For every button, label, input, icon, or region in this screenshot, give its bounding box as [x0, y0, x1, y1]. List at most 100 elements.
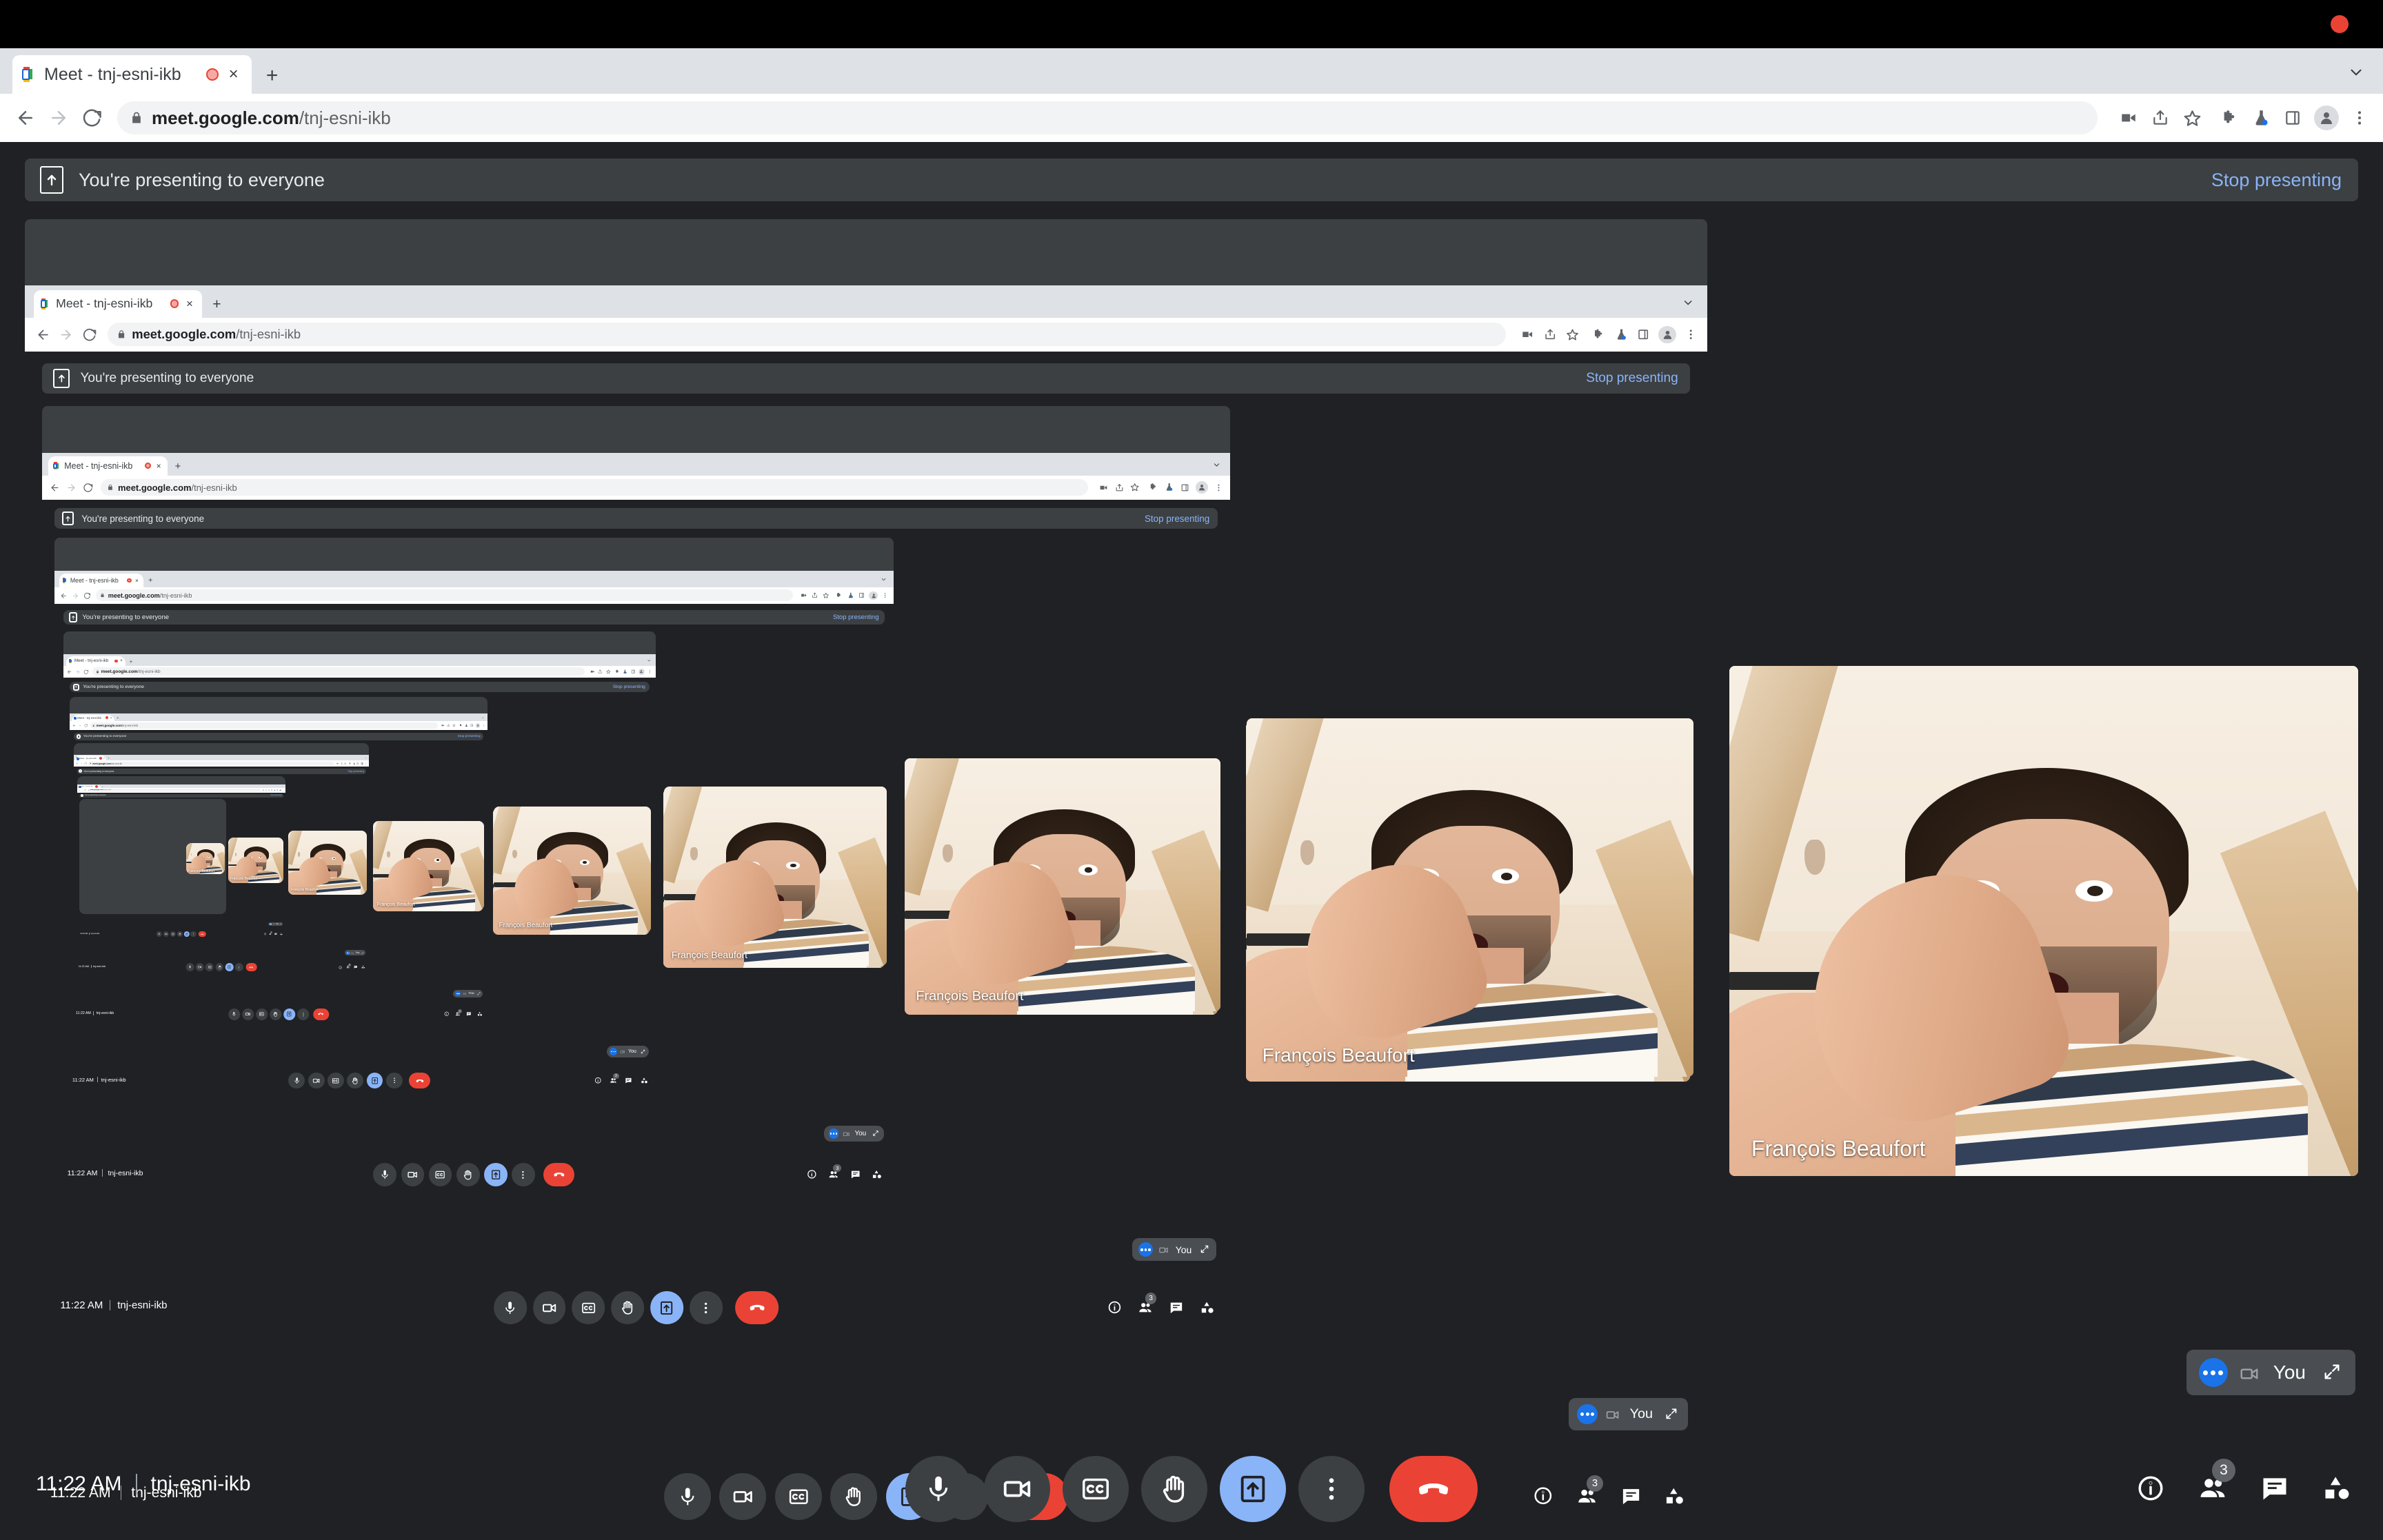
- camera-button[interactable]: [242, 1008, 254, 1020]
- more-options-button[interactable]: [689, 1291, 723, 1325]
- tab-close-button[interactable]: ×: [103, 757, 105, 760]
- participant-video-tile[interactable]: François Beaufort: [288, 831, 367, 894]
- side-panel-icon[interactable]: [858, 592, 865, 600]
- activities-button[interactable]: [361, 965, 365, 969]
- raise-hand-button[interactable]: [177, 931, 183, 938]
- browser-tab[interactable]: Meet - tnj-esni-ikb ×: [12, 55, 252, 94]
- expand-diagonal-icon[interactable]: [361, 951, 364, 955]
- more-options-button[interactable]: [297, 1008, 310, 1020]
- participant-video-tile[interactable]: François Beaufort: [493, 807, 651, 933]
- more-options-button[interactable]: [385, 1072, 403, 1089]
- more-options-button[interactable]: [1298, 1456, 1365, 1522]
- stop-presenting-button[interactable]: Stop presenting: [458, 735, 481, 738]
- raise-hand-button[interactable]: [270, 1008, 282, 1020]
- show-everyone-button[interactable]: 3: [269, 931, 273, 935]
- bookmark-star-icon[interactable]: [344, 762, 347, 765]
- tab-close-button[interactable]: ×: [183, 297, 195, 310]
- raise-hand-button[interactable]: [611, 1291, 645, 1325]
- chat-button[interactable]: [354, 965, 358, 969]
- profile-avatar-icon[interactable]: [1658, 325, 1676, 343]
- extensions-puzzle-icon[interactable]: [459, 724, 463, 727]
- bookmark-star-icon[interactable]: [1565, 327, 1580, 342]
- meeting-details-button[interactable]: [339, 965, 343, 969]
- address-bar[interactable]: meet.google.com/tnj-esni-ikb: [107, 323, 1506, 347]
- tab-list-chevron-down-icon[interactable]: [646, 658, 651, 662]
- more-options-button[interactable]: [234, 963, 243, 972]
- show-everyone-button[interactable]: 3: [346, 963, 351, 969]
- extensions-puzzle-icon[interactable]: [2219, 108, 2240, 128]
- camera-button[interactable]: [308, 1072, 325, 1089]
- new-tab-button[interactable]: +: [145, 576, 155, 585]
- browser-tab[interactable]: Meet - tnj-esni-ikb ×: [72, 714, 114, 722]
- bookmark-star-icon[interactable]: [452, 724, 456, 727]
- video-camera-icon[interactable]: [590, 669, 594, 674]
- extensions-puzzle-icon[interactable]: [836, 592, 843, 600]
- share-icon[interactable]: [1542, 327, 1557, 342]
- captions-button[interactable]: [572, 1291, 605, 1325]
- side-panel-icon[interactable]: [276, 789, 279, 791]
- present-now-button[interactable]: [483, 1163, 507, 1186]
- extensions-puzzle-icon[interactable]: [349, 762, 352, 765]
- back-arrow-icon[interactable]: [34, 326, 51, 343]
- side-panel-icon[interactable]: [1636, 327, 1651, 342]
- microphone-button[interactable]: [185, 963, 194, 972]
- tab-close-button[interactable]: ×: [119, 659, 123, 663]
- three-dot-menu-icon[interactable]: [1214, 483, 1223, 493]
- video-camera-icon[interactable]: [262, 789, 264, 791]
- profile-avatar-icon[interactable]: [475, 723, 480, 728]
- microphone-button[interactable]: [288, 1072, 305, 1089]
- browser-tab[interactable]: Meet - tnj-esni-ikb ×: [33, 290, 203, 318]
- stop-presenting-button[interactable]: Stop presenting: [833, 614, 879, 621]
- profile-avatar-icon[interactable]: [1196, 481, 1209, 494]
- expand-diagonal-icon[interactable]: [477, 992, 481, 995]
- side-panel-icon[interactable]: [470, 724, 474, 727]
- reload-icon[interactable]: [84, 789, 86, 791]
- tab-list-chevron-down-icon[interactable]: [1211, 460, 1222, 470]
- address-bar[interactable]: meet.google.com/tnj-esni-ikb: [87, 789, 261, 792]
- reload-icon[interactable]: [83, 669, 89, 674]
- new-tab-button[interactable]: +: [107, 757, 110, 760]
- three-dot-menu-icon[interactable]: [283, 789, 284, 791]
- camera-button[interactable]: [196, 963, 204, 972]
- new-tab-button[interactable]: +: [259, 62, 286, 90]
- activities-button[interactable]: [2321, 1472, 2353, 1504]
- raise-hand-button[interactable]: [347, 1072, 364, 1089]
- three-dot-menu-icon[interactable]: [482, 724, 485, 727]
- three-dot-menu-icon[interactable]: [1684, 327, 1698, 342]
- participant-video-tile[interactable]: François Beaufort: [373, 820, 485, 911]
- experiments-flask-icon[interactable]: [1164, 483, 1174, 493]
- tab-close-button[interactable]: ×: [154, 461, 163, 471]
- present-now-button[interactable]: [650, 1291, 684, 1325]
- leave-call-button[interactable]: [198, 931, 206, 938]
- raise-hand-button[interactable]: [215, 963, 224, 972]
- expand-diagonal-icon[interactable]: [1665, 1407, 1679, 1421]
- bookmark-star-icon[interactable]: [2182, 108, 2202, 128]
- microphone-button[interactable]: [905, 1456, 972, 1522]
- participant-video-tile[interactable]: François Beaufort: [1729, 666, 2358, 1176]
- participant-video-tile[interactable]: François Beaufort: [905, 758, 1220, 1012]
- bookmark-star-icon[interactable]: [268, 789, 270, 791]
- camera-button[interactable]: [532, 1291, 566, 1325]
- share-icon[interactable]: [447, 724, 450, 727]
- participant-video-tile[interactable]: François Beaufort: [1247, 718, 1693, 1077]
- share-icon[interactable]: [340, 762, 343, 765]
- stop-presenting-button[interactable]: Stop presenting: [270, 795, 281, 796]
- address-bar[interactable]: meet.google.com/tnj-esni-ikb: [88, 761, 334, 766]
- extensions-puzzle-icon[interactable]: [271, 789, 273, 791]
- experiments-flask-icon[interactable]: [2251, 108, 2271, 128]
- self-view-pill[interactable]: You: [2186, 1350, 2355, 1395]
- bookmark-star-icon[interactable]: [823, 592, 830, 600]
- tab-list-chevron-down-icon[interactable]: [881, 576, 888, 583]
- captions-button[interactable]: [428, 1163, 452, 1186]
- more-options-button[interactable]: [511, 1163, 535, 1186]
- reload-icon[interactable]: [82, 482, 94, 494]
- captions-button[interactable]: [205, 963, 214, 972]
- experiments-flask-icon[interactable]: [847, 592, 854, 600]
- stop-presenting-button[interactable]: Stop presenting: [348, 770, 364, 773]
- tab-list-chevron-down-icon[interactable]: [282, 785, 284, 787]
- side-panel-icon[interactable]: [2282, 108, 2303, 128]
- self-view-pill[interactable]: You: [453, 989, 483, 998]
- chat-button[interactable]: [1168, 1299, 1184, 1315]
- bookmark-star-icon[interactable]: [1130, 483, 1140, 493]
- tab-list-chevron-down-icon[interactable]: [2346, 62, 2366, 83]
